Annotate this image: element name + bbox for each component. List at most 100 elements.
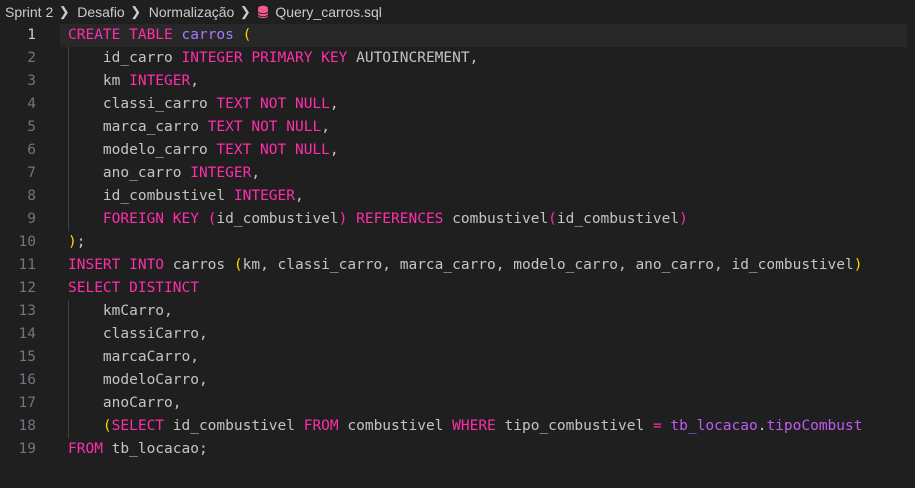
breadcrumb-item-normalizacao[interactable]: Normalização xyxy=(144,4,235,20)
code-token: combustivel xyxy=(452,211,549,227)
code-token: tipoCombust xyxy=(766,418,863,434)
code-line[interactable]: 11 INSERT INTO carros (km, classi_carro, … xyxy=(0,254,915,277)
code-line[interactable]: 8 id_combustivel INTEGER, xyxy=(0,185,915,208)
chevron-right-icon: ❯ xyxy=(239,4,251,19)
code-line[interactable]: 10); xyxy=(0,231,915,254)
code-token: INTEGER xyxy=(129,73,191,89)
code-line[interactable]: 3 km INTEGER, xyxy=(0,70,915,93)
code-token: INTEGER xyxy=(233,188,295,204)
line-number: 2 xyxy=(27,50,36,66)
code-text: INSERT INTO carros (km, classi_carro, ma… xyxy=(68,254,862,277)
code-token: , xyxy=(190,73,199,89)
breadcrumb-item-desafio[interactable]: Desafio xyxy=(72,4,124,20)
line-number: 1 xyxy=(27,27,36,43)
code-token: id_combustivel xyxy=(172,418,304,434)
code-text: FOREIGN KEY (id_combustivel) REFERENCES … xyxy=(68,208,688,231)
code-token: tipo_combustivel xyxy=(504,418,653,434)
code-token: , xyxy=(294,188,304,204)
chevron-right-icon: ❯ xyxy=(130,4,142,19)
line-number: 8 xyxy=(27,188,36,204)
code-line[interactable]: 17 anoCarro, xyxy=(0,392,915,415)
code-token: REFERENCES xyxy=(356,211,453,227)
code-token: marca_carro xyxy=(68,119,208,135)
code-text: marcaCarro, xyxy=(68,346,199,369)
code-token: TEXT NOT NULL xyxy=(207,119,322,135)
code-token: INSERT INTO xyxy=(68,257,173,273)
code-token: ano_carro xyxy=(68,165,191,181)
code-token: , xyxy=(251,165,261,181)
code-token: ( xyxy=(233,257,243,273)
code-token: ( xyxy=(242,27,252,43)
code-token: ; xyxy=(76,234,86,250)
code-text: (SELECT id_combustivel FROM combustivel … xyxy=(68,415,863,438)
code-line[interactable]: 1 CREATE TABLE carros ( xyxy=(0,24,915,47)
line-number: 6 xyxy=(27,142,36,158)
line-number: 5 xyxy=(27,119,36,135)
code-text: km INTEGER, xyxy=(68,70,199,93)
code-token: FROM xyxy=(303,418,348,434)
code-line[interactable]: 14 classiCarro, xyxy=(0,323,915,346)
line-number: 18 xyxy=(18,418,36,434)
code-token: classiCarro, xyxy=(68,326,208,342)
code-token: kmCarro, xyxy=(68,303,173,319)
code-token: classi_carro xyxy=(68,96,217,112)
breadcrumb-item-sprint[interactable]: Sprint 2 xyxy=(0,4,53,20)
code-token: marcaCarro, xyxy=(68,349,199,365)
line-number: 19 xyxy=(18,441,36,457)
code-token: ) xyxy=(68,234,77,250)
code-text: classiCarro, xyxy=(68,323,208,346)
code-token: CREATE TABLE xyxy=(68,27,182,43)
code-line[interactable]: 13 kmCarro, xyxy=(0,300,915,323)
editor-text-area[interactable]: 1 CREATE TABLE carros (2 id_carro INTEGER… xyxy=(0,24,915,488)
code-text: anoCarro, xyxy=(68,392,182,415)
code-line[interactable]: 12 SELECT DISTINCT xyxy=(0,277,915,300)
code-line[interactable]: 5 marca_carro TEXT NOT NULL, xyxy=(0,116,915,139)
line-number: 17 xyxy=(18,395,36,411)
code-token: TEXT NOT NULL xyxy=(216,96,330,112)
line-number: 3 xyxy=(27,73,36,89)
code-line[interactable]: 6 modelo_carro TEXT NOT NULL, xyxy=(0,139,915,162)
code-text: id_carro INTEGER PRIMARY KEY AUTOINCREME… xyxy=(68,47,478,70)
code-token: carros xyxy=(181,27,234,43)
line-number: 12 xyxy=(18,280,36,296)
scrollbar-track[interactable] xyxy=(907,24,915,488)
code-line[interactable]: 7 ano_carro INTEGER, xyxy=(0,162,915,185)
code-line[interactable]: 19 FROM tb_locacao; xyxy=(0,438,915,461)
code-token: km, classi_carro, marca_carro, modelo_ca… xyxy=(242,257,854,273)
line-number: 4 xyxy=(27,96,36,112)
code-text: ano_carro INTEGER, xyxy=(68,162,260,185)
code-line[interactable]: 16 modeloCarro, xyxy=(0,369,915,392)
code-line[interactable]: 15 marcaCarro, xyxy=(0,346,915,369)
code-line[interactable]: 2 id_carro INTEGER PRIMARY KEY AUTOINCRE… xyxy=(0,47,915,70)
code-token: SELECT xyxy=(111,418,173,434)
code-token: carros xyxy=(172,257,234,273)
code-text: modelo_carro TEXT NOT NULL, xyxy=(68,139,339,162)
code-token: modeloCarro, xyxy=(68,372,208,388)
code-token: FOREIGN KEY xyxy=(102,211,208,227)
code-text: FROM tb_locacao; xyxy=(68,438,208,461)
breadcrumb-item-file[interactable]: Query_carros.sql xyxy=(275,4,382,20)
code-line[interactable]: 4 classi_carro TEXT NOT NULL, xyxy=(0,93,915,116)
code-editor-window: Sprint 2 ❯ Desafio ❯ Normalização ❯ Quer… xyxy=(0,0,915,488)
line-number: 9 xyxy=(27,211,36,227)
code-line[interactable]: 9 FOREIGN KEY (id_combustivel) REFERENCE… xyxy=(0,208,915,231)
code-token: WHERE xyxy=(452,418,505,434)
code-token: tb_locacao; xyxy=(111,441,208,457)
code-token: INTEGER PRIMARY KEY xyxy=(181,50,357,66)
line-number: 13 xyxy=(18,303,36,319)
code-text: classi_carro TEXT NOT NULL, xyxy=(68,93,339,116)
code-line[interactable]: 18 (SELECT id_combustivel FROM combustiv… xyxy=(0,415,915,438)
code-token: SELECT DISTINCT xyxy=(68,280,199,296)
code-token: ( xyxy=(548,211,557,227)
code-token: id_combustivel xyxy=(556,211,680,227)
code-text: id_combustivel INTEGER, xyxy=(68,185,304,208)
code-token: id_carro xyxy=(68,50,182,66)
code-token: ) xyxy=(853,257,863,273)
code-token: FROM xyxy=(68,441,112,457)
code-token: ) xyxy=(679,211,688,227)
chevron-right-icon: ❯ xyxy=(58,4,70,19)
code-token: TEXT NOT NULL xyxy=(216,142,330,158)
